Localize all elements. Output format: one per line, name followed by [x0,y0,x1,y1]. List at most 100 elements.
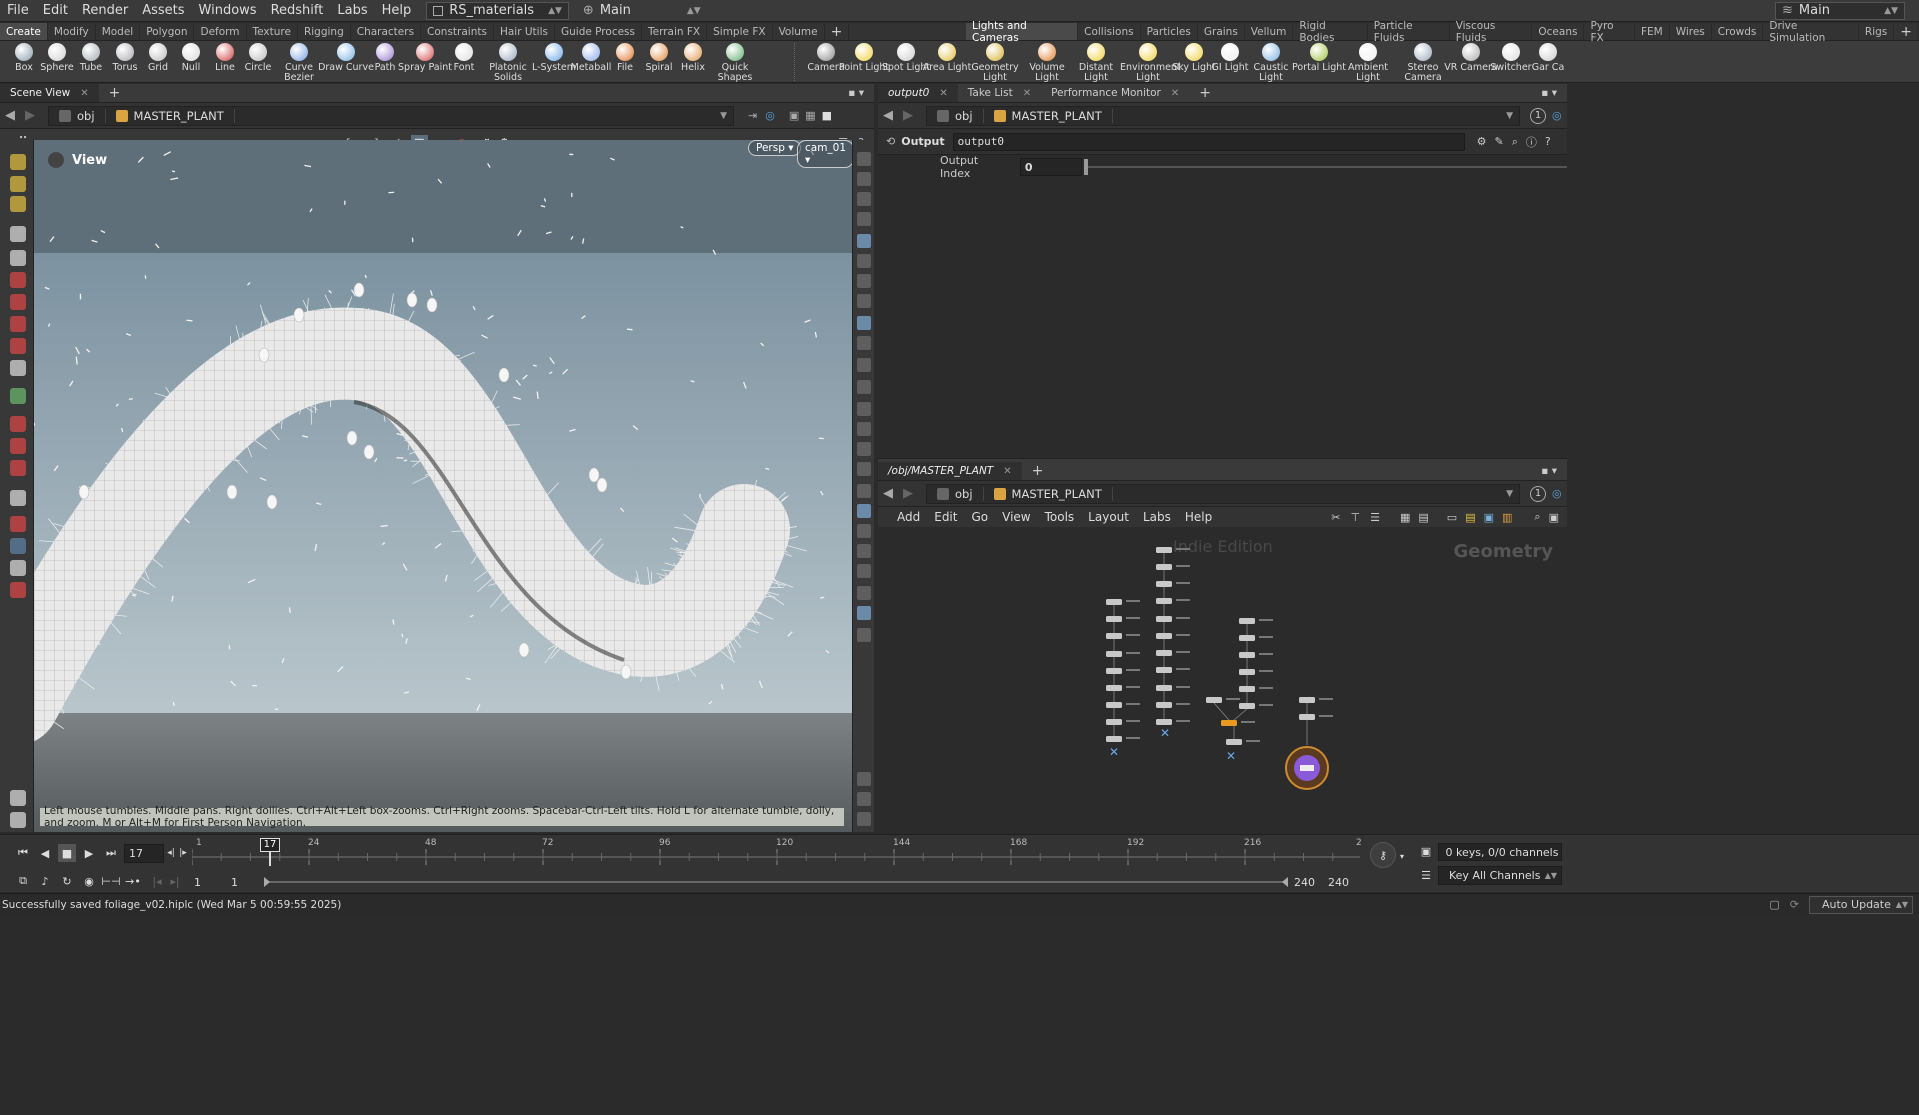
light-tool-icon[interactable] [10,490,26,506]
tab-network[interactable]: /obj/MASTER_PLANT ✕ [878,462,1022,480]
network-node[interactable] [1156,650,1190,656]
tree-icon[interactable]: ⊤ [1351,511,1361,524]
null-node-icon[interactable]: ✕ [1109,745,1119,759]
network-node[interactable] [1156,702,1190,708]
scene-file-selector[interactable]: RS_materials ▲▼ [426,1,569,20]
auto-update-button[interactable]: Auto Update ▲▼ [1809,895,1913,914]
view-tool-icon[interactable] [10,538,26,554]
menu-redshift[interactable]: Redshift [264,3,331,18]
close-view-icon[interactable] [857,212,871,226]
shelf-tab-rigid-bodies[interactable]: Rigid Bodies [1293,20,1368,44]
menu-assets[interactable]: Assets [135,3,191,18]
brush-tool-icon[interactable] [10,790,26,806]
network-node[interactable] [1106,702,1140,708]
shelf-tab-deform[interactable]: Deform [194,23,247,40]
start-frame-field-2[interactable]: 1 [227,873,263,891]
texture-icon[interactable] [857,524,871,538]
shelf-tab-constraints[interactable]: Constraints [421,23,494,40]
cut-icon[interactable] [857,462,871,476]
end-frame-field[interactable]: 240 [1290,873,1326,891]
pin-icon[interactable]: ⇥ [748,109,757,122]
shelf-tab-pyro-fx[interactable]: Pyro FX [1584,20,1635,44]
breadcrumb-master-plant[interactable]: MASTER_PLANT [984,108,1113,123]
step-back-icon[interactable]: ◂| [166,844,176,862]
jump-start-icon[interactable]: ⏮ [14,844,32,862]
shelf-tab-create[interactable]: Create [0,23,48,40]
breadcrumb-obj[interactable]: obj [927,108,984,123]
add-tab-button[interactable]: + [1022,462,1054,480]
magnet-red-icon[interactable] [10,516,26,532]
shelf-tool-gar-ca[interactable]: Gar Ca [1520,43,1576,73]
back-arrow-icon[interactable]: ◀ [0,108,20,123]
forward-arrow-icon[interactable]: ▶ [898,108,918,123]
breadcrumb-master-plant[interactable]: MASTER_PLANT [106,108,235,123]
network-node[interactable] [1206,697,1240,703]
edge-icon[interactable] [857,380,871,394]
dopesheet-icon[interactable]: ▣ [1418,843,1434,859]
grid-snap-icon[interactable] [10,460,26,476]
shelf-tab-particles[interactable]: Particles [1141,23,1198,40]
shelf-tool-volume-light[interactable]: Volume Light [1019,43,1075,83]
chevron-down-icon[interactable]: ▾ [1398,849,1406,863]
network-node[interactable] [1239,635,1273,641]
key-icon[interactable]: ⚷ [1370,842,1396,868]
frame-icon[interactable]: ▣ [1549,511,1559,524]
info-icon[interactable] [857,772,871,786]
list-icon[interactable]: ☰ [1370,511,1380,524]
chevron-down-icon[interactable]: ▼ [1506,111,1513,121]
play-reverse-icon[interactable]: ◀ [36,844,54,862]
flag-icon[interactable] [857,564,871,578]
chat-icon[interactable]: ▢ [1769,898,1779,911]
display-icon[interactable] [857,152,871,166]
shelf-tab-model[interactable]: Model [96,23,141,40]
play-icon[interactable]: ▶ [80,844,98,862]
shelf-tab-lights-and-cameras[interactable]: Lights and Cameras [966,20,1079,44]
shelf-tab-drive-simulation[interactable]: Drive Simulation [1763,20,1859,44]
uv-icon[interactable] [857,422,871,436]
render-icon[interactable]: ▦ [805,109,815,122]
network-node[interactable] [1226,739,1260,745]
network-node[interactable] [1156,685,1190,691]
close-icon[interactable]: ✕ [1171,88,1179,99]
network-node[interactable] [1106,668,1140,674]
network-node[interactable] [1239,618,1273,624]
menu-help[interactable]: Help [375,3,419,18]
search-icon[interactable]: ⌕ [1512,135,1518,149]
network-node[interactable] [1106,719,1140,725]
point-icon[interactable] [857,358,871,372]
shelf-tab-terrain-fx[interactable]: Terrain FX [642,23,708,40]
step-forward-icon[interactable]: |▸ [178,844,188,862]
output-index-field[interactable]: 0 [1019,158,1082,176]
forward-arrow-icon[interactable]: ▶ [898,486,918,501]
info-icon[interactable]: ⓘ [1526,134,1537,150]
help-icon[interactable]: ? [1545,135,1551,148]
search-icon[interactable]: ⌕ [1534,510,1540,524]
wire-icon[interactable] [857,172,871,186]
snapshot-icon[interactable] [857,606,871,620]
menu-windows[interactable]: Windows [192,3,264,18]
node-name-field[interactable]: output0 [952,132,1465,151]
back-arrow-icon[interactable]: ◀ [878,108,898,123]
measure-icon[interactable] [10,388,26,404]
add-shelf-tab-button[interactable]: + [1894,23,1919,40]
end-frame-field-2[interactable]: 240 [1324,873,1360,891]
edit-icon[interactable]: ✎ [1495,135,1504,148]
eye-icon[interactable] [857,812,871,826]
palette-tool-icon[interactable] [10,812,26,828]
backface-icon[interactable] [857,336,871,350]
table-view-icon[interactable]: ▤ [1418,511,1428,524]
shelf-tab-fem[interactable]: FEM [1635,23,1670,40]
scale-icon[interactable] [10,294,26,310]
loop-icon[interactable]: ↻ [58,872,76,890]
snapshot-icon[interactable]: ▣ [789,109,799,122]
add-tab-button[interactable]: + [99,84,131,102]
link-icon[interactable]: ◎ [1552,109,1562,122]
menu-edit[interactable]: Edit [36,3,75,18]
slider-handle[interactable] [1083,159,1088,175]
link-view-icon[interactable] [857,504,871,518]
network-node[interactable] [1156,564,1190,570]
shelf-tab-texture[interactable]: Texture [247,23,298,40]
scope-icon[interactable]: →• [124,872,142,890]
tab-scene-view[interactable]: Scene View ✕ [0,84,99,102]
timeline-ruler[interactable]: 1 24 48 72 96 120 144 168 192 216 2 [192,835,1364,869]
